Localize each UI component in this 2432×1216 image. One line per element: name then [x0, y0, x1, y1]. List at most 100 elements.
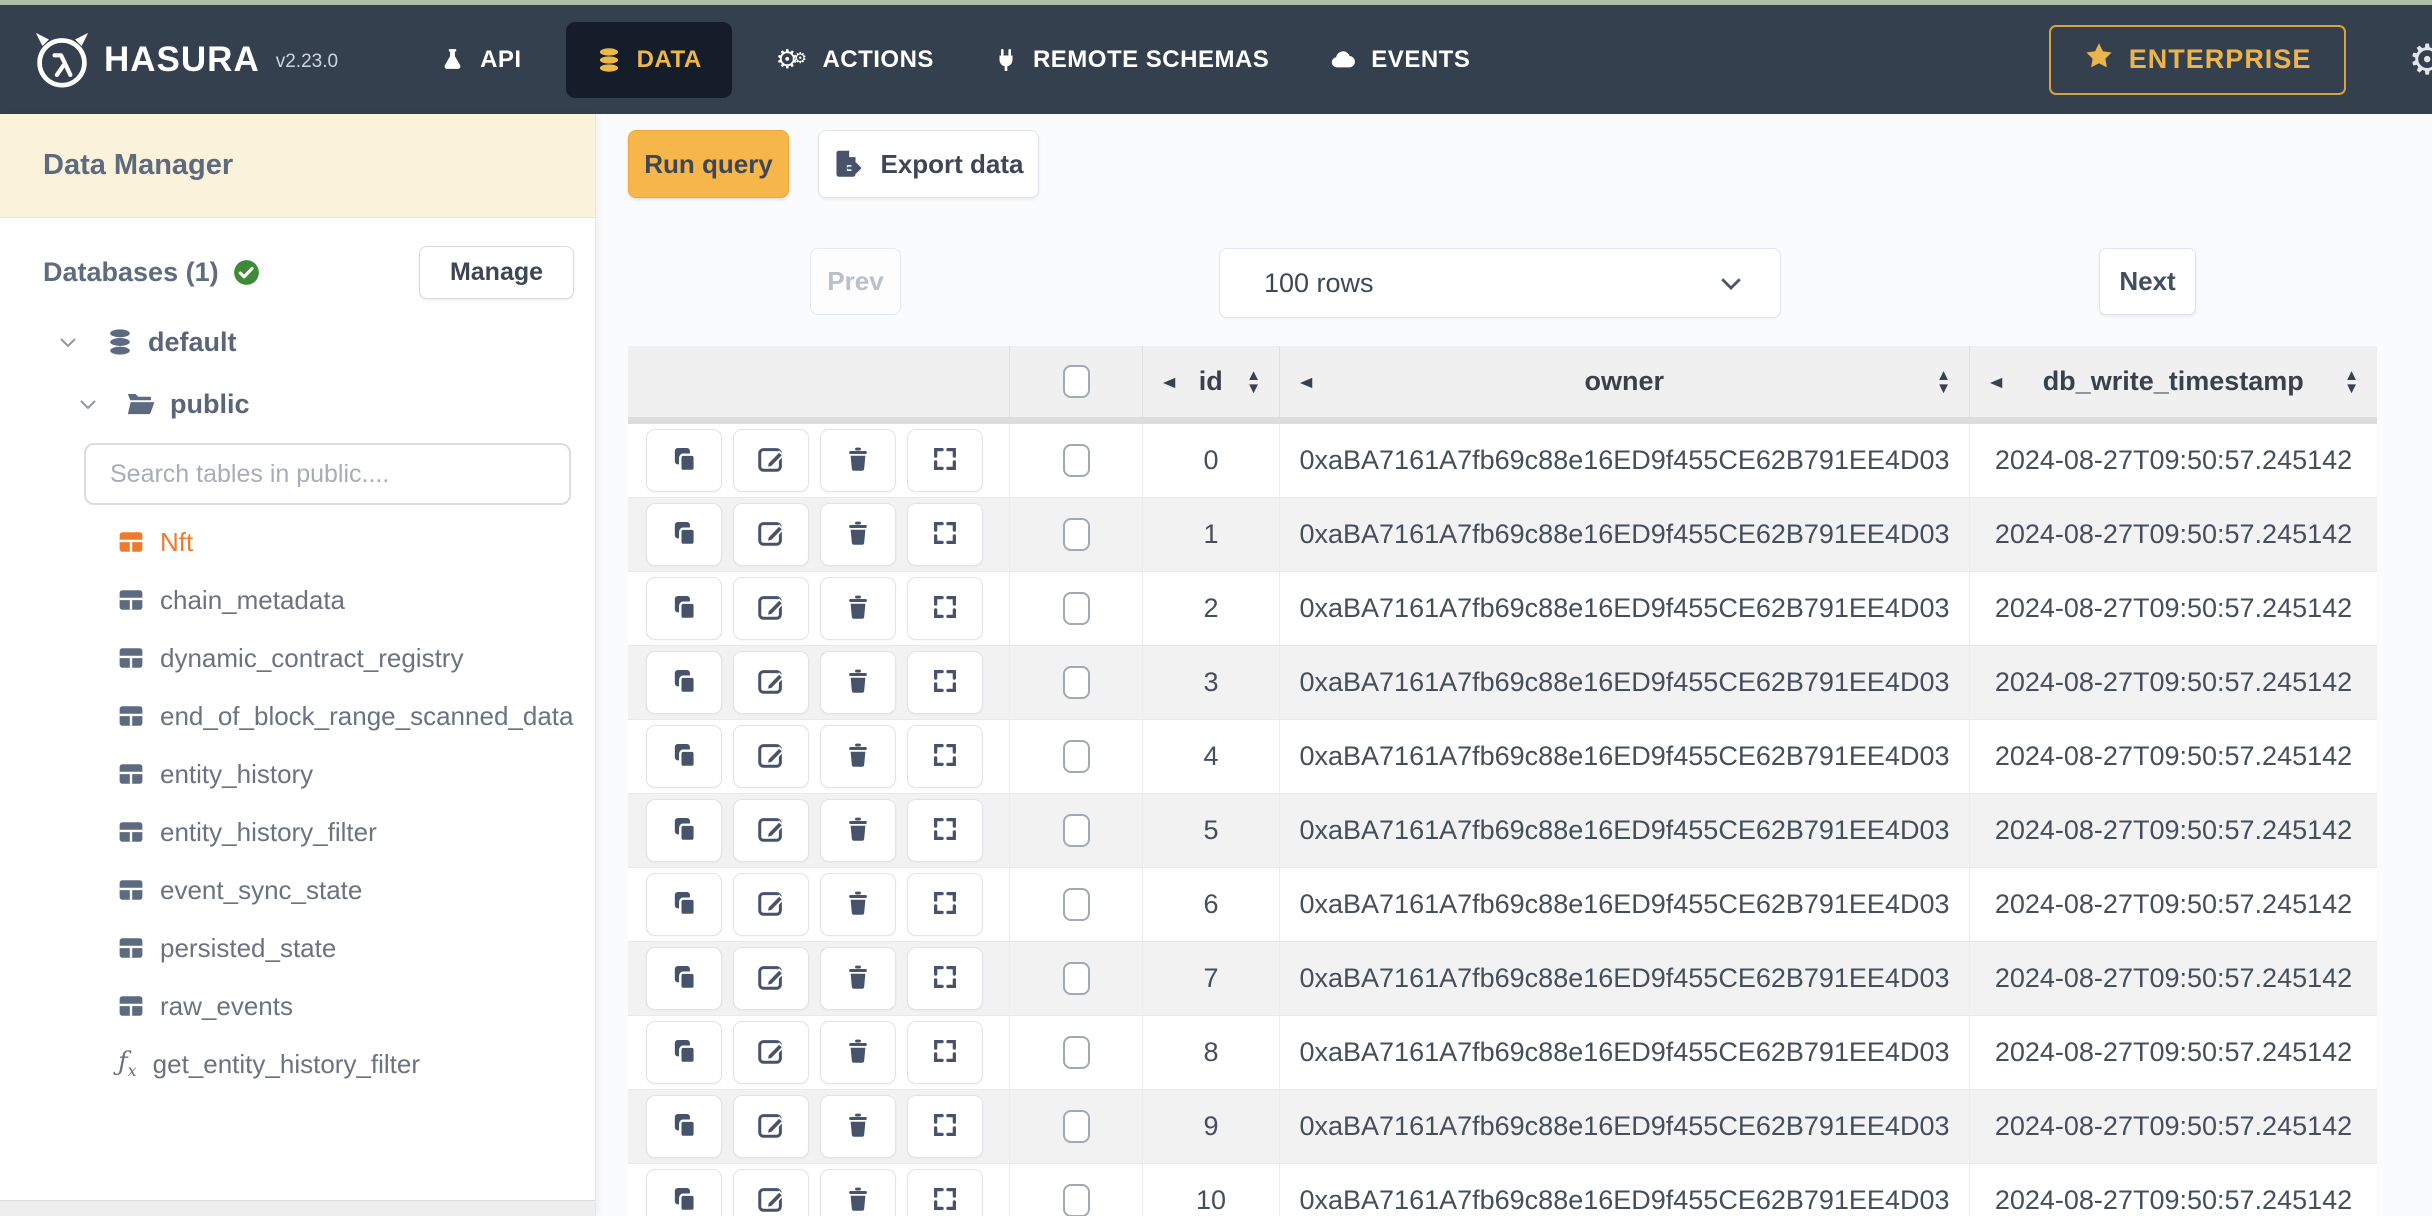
edit-row-button[interactable]	[733, 725, 809, 788]
table-icon	[118, 588, 144, 612]
sort-icon[interactable]: ▲ ▼	[2344, 368, 2359, 396]
sidebar-item-table[interactable]: entity_history	[0, 745, 595, 803]
delete-row-button[interactable]	[820, 503, 896, 566]
clone-row-button[interactable]	[646, 1095, 722, 1158]
delete-row-button[interactable]	[820, 577, 896, 640]
header-column-owner[interactable]: ◀ owner ▲ ▼	[1280, 346, 1970, 417]
row-checkbox[interactable]	[1062, 518, 1090, 551]
clone-row-button[interactable]	[646, 1169, 722, 1216]
delete-row-button[interactable]	[820, 429, 896, 492]
nav-item-actions[interactable]: ⚙ ⚙ ACTIONS	[746, 22, 964, 98]
clone-row-button[interactable]	[646, 725, 722, 788]
row-checkbox[interactable]	[1062, 1036, 1090, 1069]
clone-row-button[interactable]	[646, 799, 722, 862]
clone-row-button[interactable]	[646, 873, 722, 936]
delete-row-button[interactable]	[820, 799, 896, 862]
collapse-column-icon[interactable]: ◀	[1163, 373, 1175, 390]
sort-icon[interactable]: ▲ ▼	[1936, 368, 1951, 396]
expand-row-button[interactable]	[907, 1095, 983, 1158]
header-column-timestamp[interactable]: ◀ db_write_timestamp ▲ ▼	[1970, 346, 2377, 417]
nav-item-remote-schemas[interactable]: REMOTE SCHEMAS	[964, 22, 1299, 98]
expand-row-button[interactable]	[907, 651, 983, 714]
sidebar-scrollbar-track[interactable]	[0, 1200, 595, 1216]
nav-item-api[interactable]: API	[410, 22, 552, 98]
row-checkbox[interactable]	[1062, 814, 1090, 847]
clone-row-button[interactable]	[646, 429, 722, 492]
rows-per-page-select[interactable]: 100 rows	[1219, 248, 1781, 318]
edit-row-button[interactable]	[733, 1021, 809, 1084]
expand-row-button[interactable]	[907, 1021, 983, 1084]
header-column-id[interactable]: ◀ id ▲ ▼	[1143, 346, 1280, 417]
edit-row-button[interactable]	[733, 577, 809, 640]
row-checkbox[interactable]	[1062, 888, 1090, 921]
row-checkbox[interactable]	[1062, 962, 1090, 995]
settings-gear-icon[interactable]: ⚙	[2408, 38, 2432, 81]
expand-row-button[interactable]	[907, 577, 983, 640]
prev-page-button[interactable]: Prev	[810, 248, 901, 315]
manage-button[interactable]: Manage	[419, 246, 574, 299]
cell-id: 1	[1143, 498, 1280, 571]
sidebar-item-table[interactable]: persisted_state	[0, 919, 595, 977]
collapse-column-icon[interactable]: ◀	[1990, 373, 2002, 390]
edit-row-button[interactable]	[733, 799, 809, 862]
expand-row-button[interactable]	[907, 725, 983, 788]
delete-row-button[interactable]	[820, 725, 896, 788]
edit-row-button[interactable]	[733, 873, 809, 936]
enterprise-button[interactable]: ENTERPRISE	[2048, 24, 2347, 95]
delete-row-button[interactable]	[820, 947, 896, 1010]
row-checkbox[interactable]	[1062, 1184, 1090, 1216]
sidebar-item-function[interactable]: ƒx get_entity_history_filter	[0, 1035, 595, 1093]
edit-row-button[interactable]	[733, 1095, 809, 1158]
edit-row-button[interactable]	[733, 429, 809, 492]
sort-icon[interactable]: ▲ ▼	[1246, 368, 1261, 396]
tree-node-database[interactable]: default	[0, 319, 595, 365]
tree-node-schema[interactable]: public	[0, 381, 595, 427]
sidebar-item-table[interactable]: chain_metadata	[0, 571, 595, 629]
sidebar-item-table[interactable]: dynamic_contract_registry	[0, 629, 595, 687]
cell-owner: 0xaBA7161A7fb69c88e16ED9f455CE62B791EE4D…	[1280, 794, 1970, 867]
edit-row-button[interactable]	[733, 651, 809, 714]
delete-row-button[interactable]	[820, 651, 896, 714]
clone-row-button[interactable]	[646, 947, 722, 1010]
edit-row-button[interactable]	[733, 947, 809, 1010]
clone-row-button[interactable]	[646, 503, 722, 566]
sidebar-item-table[interactable]: event_sync_state	[0, 861, 595, 919]
nav-item-data[interactable]: DATA	[565, 21, 732, 98]
table-search-input[interactable]	[84, 443, 571, 505]
select-all-checkbox[interactable]	[1062, 365, 1090, 398]
delete-row-button[interactable]	[820, 873, 896, 936]
next-page-button[interactable]: Next	[2099, 248, 2196, 315]
table-name: Nft	[160, 526, 194, 557]
chevron-down-icon[interactable]	[56, 330, 80, 354]
sidebar-item-table[interactable]: entity_history_filter	[0, 803, 595, 861]
expand-row-button[interactable]	[907, 947, 983, 1010]
expand-row-button[interactable]	[907, 429, 983, 492]
delete-row-button[interactable]	[820, 1021, 896, 1084]
row-checkbox[interactable]	[1062, 444, 1090, 477]
collapse-column-icon[interactable]: ◀	[1300, 373, 1312, 390]
clone-row-button[interactable]	[646, 1021, 722, 1084]
clone-row-button[interactable]	[646, 651, 722, 714]
clone-row-button[interactable]	[646, 577, 722, 640]
row-checkbox[interactable]	[1062, 1110, 1090, 1143]
expand-row-button[interactable]	[907, 1169, 983, 1216]
expand-row-button[interactable]	[907, 503, 983, 566]
row-checkbox[interactable]	[1062, 740, 1090, 773]
export-data-button[interactable]: Export data	[818, 130, 1039, 198]
edit-row-button[interactable]	[733, 503, 809, 566]
delete-row-button[interactable]	[820, 1095, 896, 1158]
row-checkbox[interactable]	[1062, 666, 1090, 699]
sidebar-item-table[interactable]: raw_events	[0, 977, 595, 1035]
run-query-button[interactable]: Run query	[628, 130, 789, 198]
edit-row-button[interactable]	[733, 1169, 809, 1216]
nav-item-events[interactable]: EVENTS	[1299, 22, 1500, 98]
delete-row-button[interactable]	[820, 1169, 896, 1216]
expand-row-button[interactable]	[907, 873, 983, 936]
row-checkbox[interactable]	[1062, 592, 1090, 625]
database-name: default	[148, 326, 237, 357]
chevron-down-icon[interactable]	[76, 392, 100, 416]
sidebar-item-table[interactable]: end_of_block_range_scanned_data	[0, 687, 595, 745]
sidebar-item-table[interactable]: Nft	[0, 513, 595, 571]
expand-row-button[interactable]	[907, 799, 983, 862]
primary-nav: API DATA ⚙ ⚙ ACTIONS REMOTE SCHEMAS EVENT…	[410, 21, 1500, 98]
